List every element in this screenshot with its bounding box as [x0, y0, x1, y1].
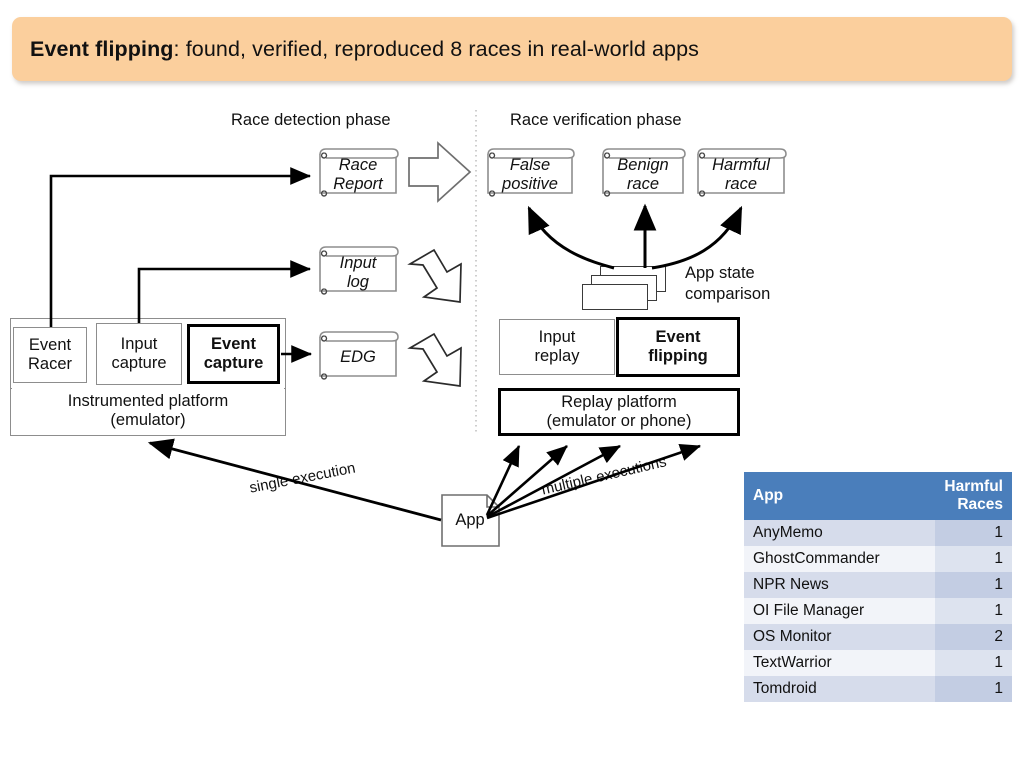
connector-event-racer-to-race-report — [49, 167, 312, 327]
connector-app-to-replay-1 — [485, 445, 521, 516]
table-cell-harmful-races: 1 — [935, 545, 1012, 572]
table-row: GhostCommander 1 — [744, 545, 1012, 572]
table-cell-harmful-races: 1 — [935, 675, 1012, 702]
table-cell-harmful-races: 1 — [935, 571, 1012, 598]
slide-canvas: Event flipping: found, verified, reprodu… — [0, 0, 1024, 768]
table-cell-app: Tomdroid — [744, 675, 936, 702]
block-arrow-input-log-to-replay — [407, 248, 462, 303]
table-cell-harmful-races: 1 — [935, 519, 1012, 546]
connector-app-to-instrumented-platform — [147, 438, 442, 522]
table-cell-app: OS Monitor — [744, 623, 936, 650]
table-row: Tomdroid 1 — [744, 675, 1012, 702]
table-cell-app: TextWarrior — [744, 649, 936, 676]
block-arrow-edg-to-replay — [407, 332, 462, 387]
table-cell-harmful-races: 1 — [935, 649, 1012, 676]
table-row: OI File Manager 1 — [744, 597, 1012, 624]
table-row: NPR News 1 — [744, 571, 1012, 598]
table-cell-harmful-races: 2 — [935, 623, 1012, 650]
table-body: AnyMemo 1 GhostCommander 1 NPR News 1 OI File … — [744, 519, 1012, 702]
connector-stack-to-harmful-race — [651, 205, 743, 270]
table-row: TextWarrior 1 — [744, 649, 1012, 676]
table-header-app: App — [744, 472, 936, 520]
table-cell-harmful-races: 1 — [935, 597, 1012, 624]
table-cell-app: NPR News — [744, 571, 936, 598]
table-cell-app: AnyMemo — [744, 519, 936, 546]
table-cell-app: GhostCommander — [744, 545, 936, 572]
table-row: OS Monitor 2 — [744, 623, 1012, 650]
block-arrow-race-report-to-verification — [408, 141, 472, 203]
table-header-harmful-races: Harmful Races — [935, 472, 1012, 520]
table-cell-app: OI File Manager — [744, 597, 936, 624]
connector-stack-to-false-positive — [527, 205, 615, 270]
table-row: AnyMemo 1 — [744, 519, 1012, 546]
connector-input-capture-to-input-log — [137, 260, 312, 323]
table-header-row: App Harmful Races — [744, 472, 1012, 520]
connector-app-to-replay-4 — [486, 443, 701, 520]
harmful-races-table: App Harmful Races AnyMemo 1 GhostCommander… — [744, 472, 1012, 702]
